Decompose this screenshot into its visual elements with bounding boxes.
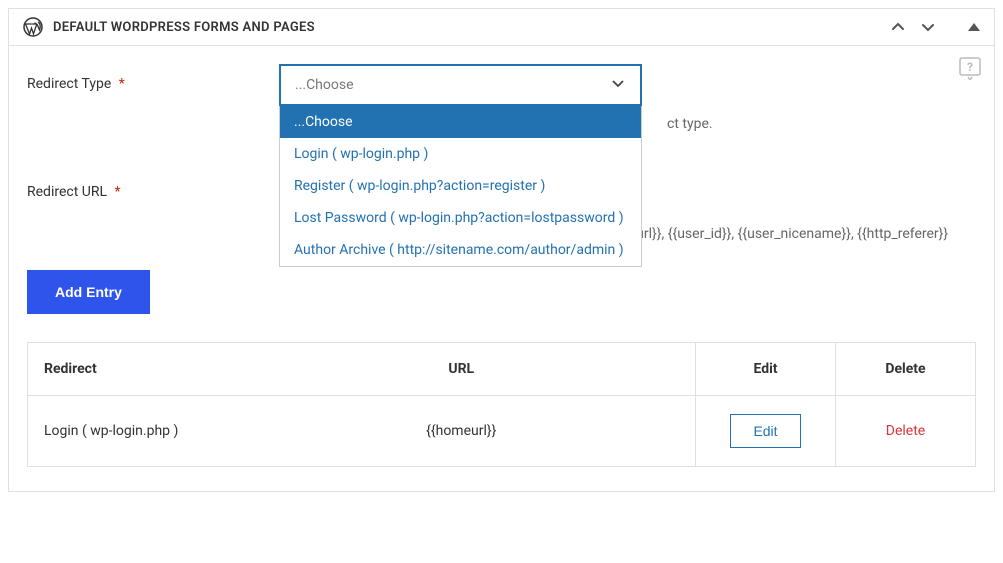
edit-button[interactable]: Edit bbox=[730, 414, 800, 448]
select-placeholder-text: ...Choose bbox=[295, 77, 610, 93]
redirect-type-select[interactable]: ...Choose bbox=[279, 64, 642, 106]
panel-header-controls bbox=[890, 19, 980, 35]
panel-body: ? Redirect Type * ...Choose .. bbox=[9, 46, 994, 491]
redirect-url-label: Redirect URL * bbox=[27, 172, 279, 200]
dropdown-option-author[interactable]: Author Archive ( http://sitename.com/aut… bbox=[280, 234, 641, 266]
dropdown-option-register[interactable]: Register ( wp-login.php?action=register … bbox=[280, 170, 641, 202]
required-marker: * bbox=[119, 76, 125, 92]
move-down-icon[interactable] bbox=[920, 19, 936, 35]
redirect-type-label-text: Redirect Type bbox=[27, 76, 111, 92]
redirect-type-help-partial: ct type. bbox=[667, 116, 713, 132]
redirect-type-row: Redirect Type * ...Choose ...Choose Logi… bbox=[27, 64, 976, 106]
wordpress-logo-icon bbox=[23, 17, 43, 37]
table-row: Login ( wp-login.php ) {{homeurl}} Edit … bbox=[28, 396, 976, 467]
panel-title: DEFAULT WORDPRESS FORMS AND PAGES bbox=[53, 20, 890, 35]
redirect-type-dropdown: ...Choose Login ( wp-login.php ) Registe… bbox=[279, 106, 642, 267]
dropdown-option-login[interactable]: Login ( wp-login.php ) bbox=[280, 138, 641, 170]
collapse-icon[interactable] bbox=[968, 23, 980, 31]
redirect-type-label: Redirect Type * bbox=[27, 64, 279, 92]
redirect-url-label-text: Redirect URL bbox=[27, 184, 107, 200]
table-header-row: Redirect URL Edit Delete bbox=[28, 343, 976, 396]
entries-table: Redirect URL Edit Delete Login ( wp-logi… bbox=[27, 342, 976, 467]
col-header-edit: Edit bbox=[696, 343, 836, 396]
cell-redirect: Login ( wp-login.php ) bbox=[28, 396, 228, 467]
panel-header: DEFAULT WORDPRESS FORMS AND PAGES bbox=[9, 9, 994, 46]
col-header-delete: Delete bbox=[836, 343, 976, 396]
col-header-url: URL bbox=[228, 343, 696, 396]
help-text-fragment: ct type. bbox=[667, 116, 713, 132]
add-entry-button[interactable]: Add Entry bbox=[27, 270, 150, 314]
col-header-redirect: Redirect bbox=[28, 343, 228, 396]
dropdown-option-choose[interactable]: ...Choose bbox=[280, 106, 641, 138]
move-up-icon[interactable] bbox=[890, 19, 906, 35]
chevron-down-icon bbox=[610, 75, 626, 95]
dropdown-option-lostpassword[interactable]: Lost Password ( wp-login.php?action=lost… bbox=[280, 202, 641, 234]
settings-panel: DEFAULT WORDPRESS FORMS AND PAGES ? Redi… bbox=[8, 8, 995, 492]
cell-url: {{homeurl}} bbox=[228, 396, 696, 467]
required-marker: * bbox=[115, 184, 121, 200]
delete-link[interactable]: Delete bbox=[886, 423, 925, 439]
